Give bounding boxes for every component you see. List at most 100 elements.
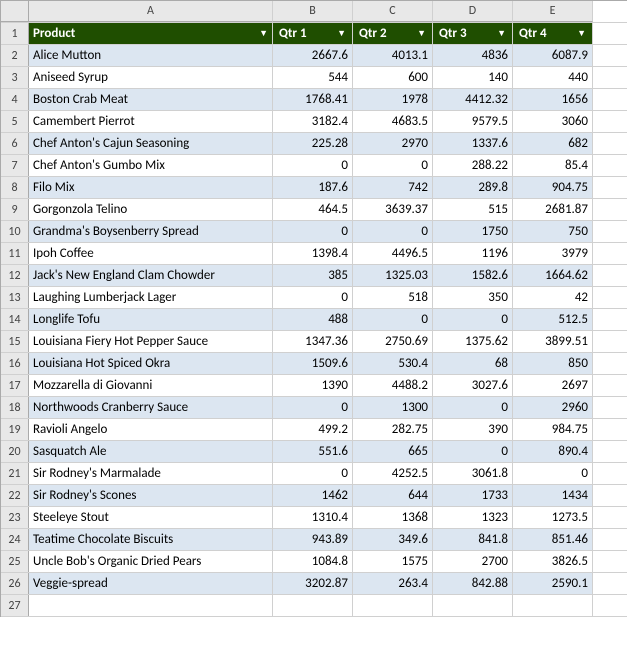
row-19-q1[interactable]: 499.2 xyxy=(273,419,353,440)
row-10-q4[interactable]: 750 xyxy=(513,221,593,242)
row-13-q3[interactable]: 350 xyxy=(433,287,513,308)
row-16-product[interactable]: Louisiana Hot Spiced Okra xyxy=(29,353,273,374)
row-3-q3[interactable]: 140 xyxy=(433,67,513,88)
row-20-q3[interactable]: 0 xyxy=(433,441,513,462)
row-3-q4[interactable]: 440 xyxy=(513,67,593,88)
row-23-q4[interactable]: 1273.5 xyxy=(513,507,593,528)
row-12-q3[interactable]: 1582.6 xyxy=(433,265,513,286)
row-3-product[interactable]: Aniseed Syrup xyxy=(29,67,273,88)
row-22-q1[interactable]: 1462 xyxy=(273,485,353,506)
row-10-q2[interactable]: 0 xyxy=(353,221,433,242)
row-5-q3[interactable]: 9579.5 xyxy=(433,111,513,132)
row-9-q4[interactable]: 2681.87 xyxy=(513,199,593,220)
row-21-q1[interactable]: 0 xyxy=(273,463,353,484)
row-2-q4[interactable]: 6087.9 xyxy=(513,45,593,66)
row-3-q1[interactable]: 544 xyxy=(273,67,353,88)
row-21-product[interactable]: Sir Rodney's Marmalade xyxy=(29,463,273,484)
row-4-q4[interactable]: 1656 xyxy=(513,89,593,110)
row-24-q4[interactable]: 851.46 xyxy=(513,529,593,550)
row-10-q3[interactable]: 1750 xyxy=(433,221,513,242)
row-27-q3[interactable] xyxy=(433,595,513,616)
row-19-product[interactable]: Ravioli Angelo xyxy=(29,419,273,440)
row-8-product[interactable]: Filo Mix xyxy=(29,177,273,198)
row-16-q2[interactable]: 530.4 xyxy=(353,353,433,374)
row-27-q1[interactable] xyxy=(273,595,353,616)
qtr3-dropdown-icon[interactable]: ▼ xyxy=(497,28,506,39)
row-14-q3[interactable]: 0 xyxy=(433,309,513,330)
row-12-q4[interactable]: 1664.62 xyxy=(513,265,593,286)
row-22-product[interactable]: Sir Rodney's Scones xyxy=(29,485,273,506)
row-19-q4[interactable]: 984.75 xyxy=(513,419,593,440)
row-4-product[interactable]: Boston Crab Meat xyxy=(29,89,273,110)
row-21-q3[interactable]: 3061.8 xyxy=(433,463,513,484)
qtr1-dropdown-icon[interactable]: ▼ xyxy=(337,28,346,39)
row-8-q1[interactable]: 187.6 xyxy=(273,177,353,198)
row-24-q3[interactable]: 841.8 xyxy=(433,529,513,550)
row-2-q3[interactable]: 4836 xyxy=(433,45,513,66)
product-header[interactable]: Product ▼ xyxy=(29,23,273,44)
row-13-product[interactable]: Laughing Lumberjack Lager xyxy=(29,287,273,308)
row-21-q4[interactable]: 0 xyxy=(513,463,593,484)
row-9-q1[interactable]: 464.5 xyxy=(273,199,353,220)
row-15-product[interactable]: Louisiana Fiery Hot Pepper Sauce xyxy=(29,331,273,352)
row-16-q1[interactable]: 1509.6 xyxy=(273,353,353,374)
row-14-q4[interactable]: 512.5 xyxy=(513,309,593,330)
row-9-product[interactable]: Gorgonzola Telino xyxy=(29,199,273,220)
row-18-q3[interactable]: 0 xyxy=(433,397,513,418)
row-8-q2[interactable]: 742 xyxy=(353,177,433,198)
row-12-q2[interactable]: 1325.03 xyxy=(353,265,433,286)
row-17-q3[interactable]: 3027.6 xyxy=(433,375,513,396)
row-27-q4[interactable] xyxy=(513,595,593,616)
row-16-q4[interactable]: 850 xyxy=(513,353,593,374)
qtr1-header[interactable]: Qtr 1 ▼ xyxy=(273,23,353,44)
row-25-q3[interactable]: 2700 xyxy=(433,551,513,572)
row-9-q2[interactable]: 3639.37 xyxy=(353,199,433,220)
row-16-q3[interactable]: 68 xyxy=(433,353,513,374)
row-11-q2[interactable]: 4496.5 xyxy=(353,243,433,264)
row-19-q2[interactable]: 282.75 xyxy=(353,419,433,440)
row-4-q2[interactable]: 1978 xyxy=(353,89,433,110)
row-7-q2[interactable]: 0 xyxy=(353,155,433,176)
row-22-q4[interactable]: 1434 xyxy=(513,485,593,506)
row-8-q3[interactable]: 289.8 xyxy=(433,177,513,198)
row-11-product[interactable]: Ipoh Coffee xyxy=(29,243,273,264)
row-2-q1[interactable]: 2667.6 xyxy=(273,45,353,66)
row-18-q4[interactable]: 2960 xyxy=(513,397,593,418)
qtr4-header[interactable]: Qtr 4 ▼ xyxy=(513,23,593,44)
row-8-q4[interactable]: 904.75 xyxy=(513,177,593,198)
row-11-q1[interactable]: 1398.4 xyxy=(273,243,353,264)
row-25-q2[interactable]: 1575 xyxy=(353,551,433,572)
row-15-q4[interactable]: 3899.51 xyxy=(513,331,593,352)
row-24-q1[interactable]: 943.89 xyxy=(273,529,353,550)
row-7-q1[interactable]: 0 xyxy=(273,155,353,176)
row-21-q2[interactable]: 4252.5 xyxy=(353,463,433,484)
row-25-product[interactable]: Uncle Bob's Organic Dried Pears xyxy=(29,551,273,572)
row-27-product[interactable] xyxy=(29,595,273,616)
row-23-product[interactable]: Steeleye Stout xyxy=(29,507,273,528)
row-15-q2[interactable]: 2750.69 xyxy=(353,331,433,352)
row-7-q3[interactable]: 288.22 xyxy=(433,155,513,176)
row-22-q2[interactable]: 644 xyxy=(353,485,433,506)
row-18-product[interactable]: Northwoods Cranberry Sauce xyxy=(29,397,273,418)
row-6-product[interactable]: Chef Anton's Cajun Seasoning xyxy=(29,133,273,154)
row-18-q2[interactable]: 1300 xyxy=(353,397,433,418)
row-24-product[interactable]: Teatime Chocolate Biscuits xyxy=(29,529,273,550)
qtr3-header[interactable]: Qtr 3 ▼ xyxy=(433,23,513,44)
row-6-q2[interactable]: 2970 xyxy=(353,133,433,154)
row-26-q3[interactable]: 842.88 xyxy=(433,573,513,594)
row-15-q1[interactable]: 1347.36 xyxy=(273,331,353,352)
row-3-q2[interactable]: 600 xyxy=(353,67,433,88)
row-23-q1[interactable]: 1310.4 xyxy=(273,507,353,528)
qtr2-header[interactable]: Qtr 2 ▼ xyxy=(353,23,433,44)
row-7-product[interactable]: Chef Anton's Gumbo Mix xyxy=(29,155,273,176)
row-20-q1[interactable]: 551.6 xyxy=(273,441,353,462)
row-6-q4[interactable]: 682 xyxy=(513,133,593,154)
row-24-q2[interactable]: 349.6 xyxy=(353,529,433,550)
row-19-q3[interactable]: 390 xyxy=(433,419,513,440)
row-10-product[interactable]: Grandma's Boysenberry Spread xyxy=(29,221,273,242)
row-20-q2[interactable]: 665 xyxy=(353,441,433,462)
row-23-q2[interactable]: 1368 xyxy=(353,507,433,528)
row-17-q1[interactable]: 1390 xyxy=(273,375,353,396)
row-22-q3[interactable]: 1733 xyxy=(433,485,513,506)
row-13-q1[interactable]: 0 xyxy=(273,287,353,308)
